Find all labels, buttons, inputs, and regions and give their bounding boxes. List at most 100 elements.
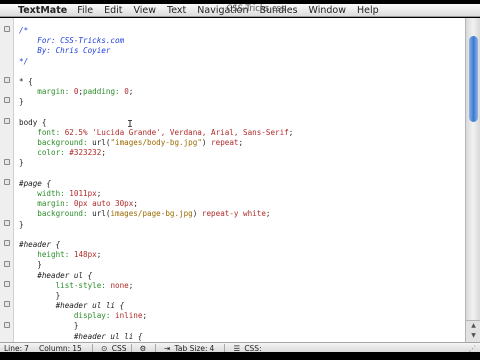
code-line[interactable]: [19, 67, 464, 77]
code-line[interactable]: For: CSS-Tricks.com: [19, 36, 464, 46]
scrollbar-thumb[interactable]: [469, 36, 478, 122]
code-token: #header ul li {: [19, 301, 125, 311]
code-token: display:: [19, 311, 116, 321]
code-token: }: [19, 260, 42, 270]
code-line[interactable]: */: [19, 57, 464, 67]
gutter: [0, 18, 14, 342]
code-line[interactable]: [19, 169, 464, 179]
code-line[interactable]: }: [19, 291, 464, 301]
code-token: */: [19, 56, 29, 66]
code-line[interactable]: height: 148px;: [19, 250, 464, 260]
code-token: width:: [19, 189, 70, 198]
fold-marker-icon[interactable]: [4, 97, 10, 103]
code-token: font:: [19, 127, 65, 137]
code-line[interactable]: [19, 230, 464, 240]
code-token: * {: [19, 76, 33, 86]
code-token: color:: [19, 148, 70, 158]
fold-marker-icon[interactable]: [4, 220, 10, 226]
code-token: }: [19, 219, 24, 229]
code-token: ;: [265, 209, 271, 219]
code-line[interactable]: }: [19, 321, 464, 331]
code-token: background:: [19, 138, 93, 148]
code-token: 62.5% 'Lucida Grande', Verdana, Arial, S…: [64, 127, 289, 137]
code-line[interactable]: By: Chris Coyier: [19, 46, 464, 56]
code-token: ;: [96, 189, 102, 198]
code-line[interactable]: color: #323232;: [19, 148, 464, 158]
code-line[interactable]: }: [19, 260, 464, 270]
code-token: For: CSS-Tricks.com: [19, 36, 125, 46]
fold-marker-icon[interactable]: [4, 26, 10, 32]
code-token: #header {: [19, 239, 61, 249]
app-menu-textmate[interactable]: TextMate: [18, 5, 67, 16]
code-line[interactable]: #header ul li {: [19, 301, 464, 311]
fold-marker-icon[interactable]: [4, 159, 10, 165]
code-token: ;: [128, 87, 134, 97]
code-token: ;: [101, 148, 106, 158]
scroll-arrows[interactable]: ▲ ▼: [466, 320, 480, 342]
menu-window[interactable]: Window: [309, 5, 346, 16]
code-line[interactable]: list-style: none;: [19, 281, 464, 291]
fold-marker-icon[interactable]: [4, 240, 10, 246]
code-line[interactable]: body {: [19, 118, 464, 128]
vertical-scrollbar[interactable]: ▲ ▼: [465, 18, 480, 342]
code-token: ;: [96, 250, 102, 260]
code-text[interactable]: /* For: CSS-Tricks.com By: Chris Coyier *…: [19, 26, 464, 342]
fold-marker-icon[interactable]: [4, 261, 10, 267]
code-token: }: [19, 290, 61, 300]
code-line[interactable]: display: inline;: [19, 311, 464, 321]
fold-marker-icon[interactable]: [4, 281, 10, 287]
code-line[interactable]: margin: 0;padding: 0;: [19, 87, 464, 97]
code-line[interactable]: #page {: [19, 179, 464, 189]
code-line[interactable]: #header {: [19, 240, 464, 250]
code-line[interactable]: margin: 0px auto 30px;: [19, 199, 464, 209]
code-token: images/page-bg.jpg: [110, 209, 193, 219]
editor-area[interactable]: /* For: CSS-Tricks.com By: Chris Coyier *…: [0, 18, 480, 342]
code-line[interactable]: background: url(images/page-bg.jpg) repe…: [19, 209, 464, 219]
code-line[interactable]: }: [19, 220, 464, 230]
code-token: ;: [142, 311, 148, 321]
code-token: #page {: [19, 178, 52, 188]
code-line[interactable]: }: [19, 158, 464, 168]
fold-marker-icon[interactable]: [4, 301, 10, 307]
code-token: "images/body-bg.jpg": [110, 138, 202, 148]
code-line[interactable]: /*: [19, 26, 464, 36]
menu-view[interactable]: View: [134, 5, 157, 16]
code-token: #header ul {: [19, 270, 93, 280]
fold-marker-icon[interactable]: [4, 77, 10, 83]
menu-bar: TextMate File Edit View Text Navigation …: [0, 4, 480, 17]
fold-marker-icon[interactable]: [4, 322, 10, 328]
code-token: }: [19, 97, 24, 107]
code-token: margin:: [19, 87, 74, 97]
code-token: body {: [19, 117, 47, 127]
code-token: none: [110, 280, 129, 290]
code-token: ): [201, 138, 212, 148]
code-token: ;: [238, 138, 244, 148]
code-token: url(: [92, 209, 111, 219]
menu-help[interactable]: Help: [357, 5, 379, 16]
code-line[interactable]: [19, 108, 464, 118]
code-token: inline: [115, 311, 143, 321]
code-token: ;: [128, 280, 134, 290]
code-token: #323232: [69, 148, 102, 158]
code-line[interactable]: font: 62.5% 'Lucida Grande', Verdana, Ar…: [19, 128, 464, 138]
code-line[interactable]: * {: [19, 77, 464, 87]
code-line[interactable]: width: 1011px;: [19, 189, 464, 199]
menu-edit[interactable]: Edit: [104, 5, 122, 16]
code-line[interactable]: #header ul li {: [19, 332, 464, 342]
code-token: }: [19, 158, 24, 168]
fold-marker-icon[interactable]: [4, 179, 10, 185]
menu-file[interactable]: File: [77, 5, 93, 16]
code-token: ;: [133, 199, 138, 209]
menu-text[interactable]: Text: [167, 5, 186, 16]
code-token: repeat-y white: [201, 209, 266, 219]
code-line[interactable]: #header ul {: [19, 271, 464, 281]
code-token: padding:: [83, 87, 125, 97]
code-line[interactable]: background: url("images/body-bg.jpg") re…: [19, 138, 464, 148]
code-line[interactable]: }: [19, 97, 464, 107]
code-token: url(: [92, 138, 111, 148]
code-token: ;: [288, 127, 294, 137]
code-token: }: [19, 321, 79, 331]
fold-marker-icon[interactable]: [4, 118, 10, 124]
text-cursor-icon: I: [127, 119, 134, 130]
code-token: 148px: [73, 250, 97, 260]
